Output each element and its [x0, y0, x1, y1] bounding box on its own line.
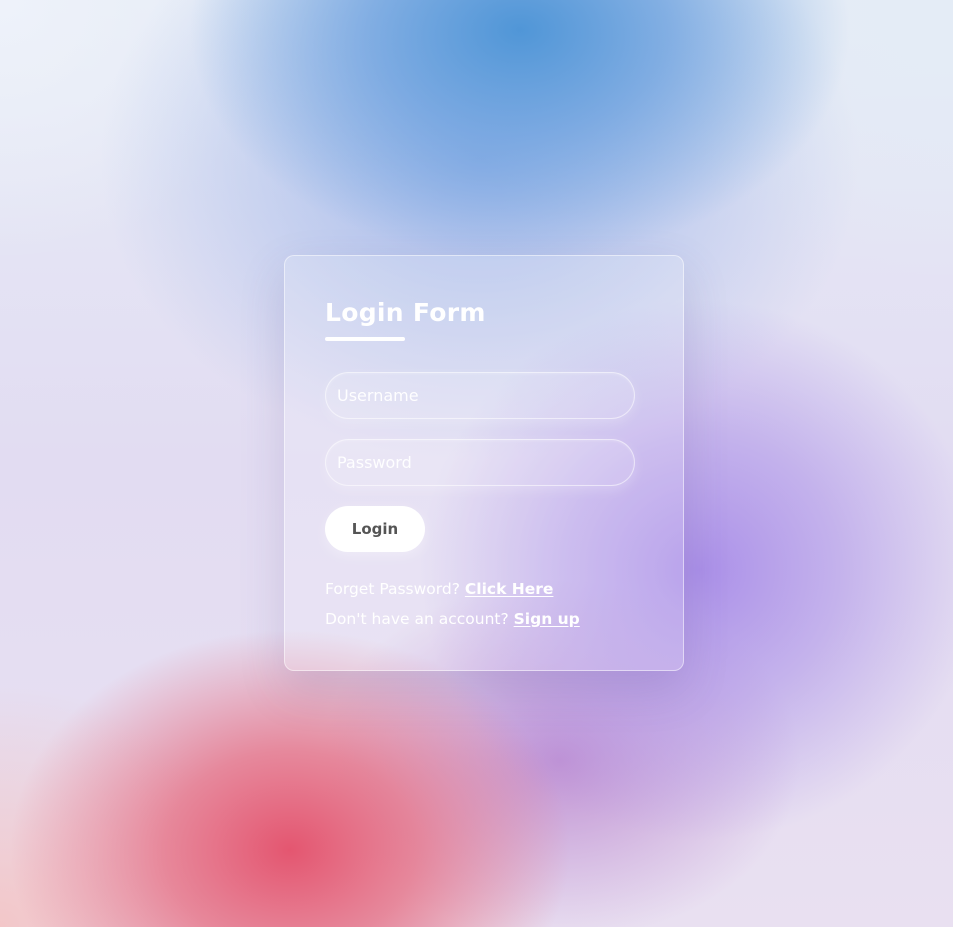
login-card: Login Form Login Forget Password? Click …	[284, 255, 684, 671]
password-input[interactable]	[325, 439, 635, 486]
username-input[interactable]	[325, 372, 635, 419]
signup-line: Don't have an account? Sign up	[325, 610, 580, 628]
login-button[interactable]: Login	[325, 506, 425, 552]
click-here-link[interactable]: Click Here	[465, 580, 554, 598]
title-underline	[325, 337, 405, 341]
signup-text: Don't have an account?	[325, 610, 509, 628]
forgot-password-text: Forget Password?	[325, 580, 460, 598]
sign-up-link[interactable]: Sign up	[514, 610, 580, 628]
forgot-password-line: Forget Password? Click Here	[325, 580, 553, 598]
form-title: Login Form	[325, 298, 486, 327]
